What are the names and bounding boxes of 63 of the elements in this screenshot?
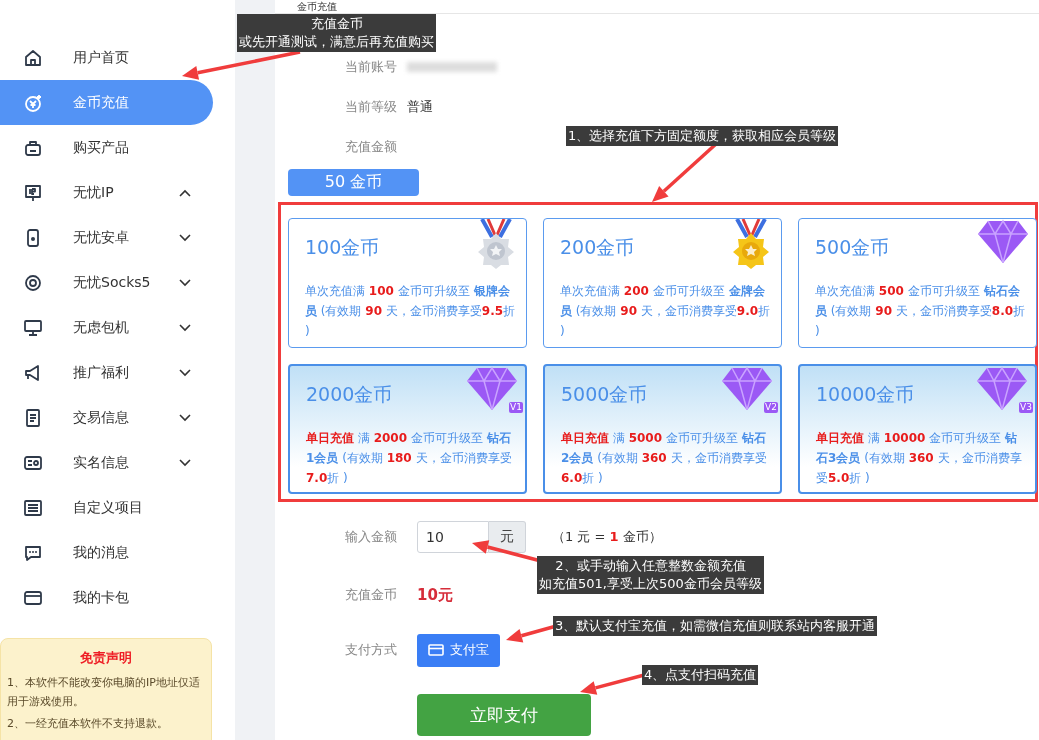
card-icon [428,644,444,656]
annotation-label: 4、点支付扫码充值 [642,665,759,685]
sidebar-item[interactable]: 用户首页 [0,35,213,80]
page-title: 金币充值 [297,1,337,13]
card-title: 5000金币 [561,382,648,407]
card-description: 单日充值 满 2000 金币可升级至 钻石1会员 (有效期 180 天，金币消费享受 7.0折 ) [306,430,513,487]
payment-method-button[interactable]: 支付宝 [417,633,500,667]
membership-card[interactable]: 2000金币 V1 单日充值 满 2000 金币可升级至 钻石1会员 (有效期 180 天，金币消费享受 7.0折 ) [288,364,527,494]
sidebar-item[interactable]: 无忧IP [0,170,213,215]
membership-card[interactable]: 10000金币 V3 单日充值 满 10000 金币可升级至 钻石3会员 (有效期 360 天，金币消费享受5.0折 ) [798,364,1037,494]
card-title: 10000金币 [816,382,915,407]
disclaimer-text: 2、一经充值本软件不支持退款。 [7,716,169,732]
sidebar-item[interactable]: 自定义项目 [0,485,213,530]
sidebar-item[interactable]: 我的卡包 [0,575,213,620]
level-value: 普通 [407,98,433,116]
target-icon [23,272,43,293]
coin-icon [23,92,43,113]
vip-tag: V1 [509,402,523,413]
exchange-rate-text: （1 元 = 1 金币） [552,528,662,546]
home-icon [23,47,43,68]
card-description: 单日充值 满 5000 金币可升级至 钻石2会员 (有效期 360 天，金币消费享受 6.0折 ) [561,430,768,487]
card-title: 100金币 [305,235,380,260]
card-description: 单次充值满 100 金币可升级至 银牌会员 (有效期 90 天，金币消费享受9.5折 ) [305,283,516,340]
sidebar-item[interactable]: 实名信息 [0,440,213,485]
disclaimer-title: 免责声明 [79,649,133,667]
field-label: 输入金额 [344,528,398,546]
field-label: 充值金币 [344,586,398,604]
sidebar-item[interactable]: 我的消息 [0,530,213,575]
membership-card[interactable]: 5000金币 V2 单日充值 满 5000 金币可升级至 钻石2会员 (有效期 360 天，金币消费享受 6.0折 ) [543,364,782,494]
membership-card[interactable]: 100金币 单次充值满 100 金币可升级至 银牌会员 (有效期 90 天，金币消费享受9.5折 ) [288,218,527,348]
unit-addon: 元 [489,521,526,553]
card-description: 单次充值满 500 金币可升级至 钻石会员 (有效期 90 天，金币消费享受8.0折 ) [815,283,1026,340]
amount-input[interactable]: 10 [417,521,489,553]
card-description: 单日充值 满 10000 金币可升级至 钻石3会员 (有效期 360 天，金币消费享受5.0折 ) [816,430,1023,487]
card-title: 500金币 [815,235,890,260]
annotation-label: 1、选择充值下方固定额度，获取相应会员等级 [566,126,839,146]
field-label: 当前等级 [344,98,398,116]
field-label: 充值金额 [344,138,398,156]
annotation-label: 3、默认支付宝充值，如需微信充值则联系站内客服开通 [553,616,878,636]
card-description: 单次充值满 200 金币可升级至 金牌会员 (有效期 90 天，金币消费享受9.0折 ) [560,283,771,340]
sidebar-item[interactable]: 交易信息 [0,395,213,440]
list-icon [23,497,43,518]
coins-value: 10元 [417,585,453,605]
field-label: 当前账号 [344,58,398,76]
sidebar-item[interactable]: 推广福利 [0,350,213,395]
sidebar-item[interactable]: 无虑包机 [0,305,213,350]
sidebar-item[interactable]: 购买产品 [0,125,213,170]
vip-tag: V2 [764,402,778,413]
diamond-icon [978,219,1028,263]
monitor-icon [23,317,43,338]
annotation-label: 2、或手动输入任意整数金额充值 如充值501,享受上次500金币会员等级 [537,556,764,594]
card-title: 200金币 [560,235,635,260]
field-label: 支付方式 [344,641,398,659]
sidebar-item[interactable]: 无忧安卓 [0,215,213,260]
annotation-label: 充值金币 或先开通测试，满意后再充值购买 [237,14,436,52]
sidebar-item[interactable]: 无忧Socks5 [0,260,213,305]
membership-card[interactable]: 200金币 单次充值满 200 金币可升级至 金牌会员 (有效期 90 天，金币消费享受9.0折 ) [543,218,782,348]
vip-tag: V3 [1019,402,1033,413]
disclaimer-text: 1、本软件不能改变你电脑的IP地址仅适用于游戏使用。 [7,675,201,710]
document-icon [23,407,43,428]
ip-sign-icon [23,182,43,203]
membership-card[interactable]: 500金币 单次充值满 500 金币可升级至 钻石会员 (有效期 90 天，金币消费享受8.0折 ) [798,218,1037,348]
card-title: 2000金币 [306,382,393,407]
